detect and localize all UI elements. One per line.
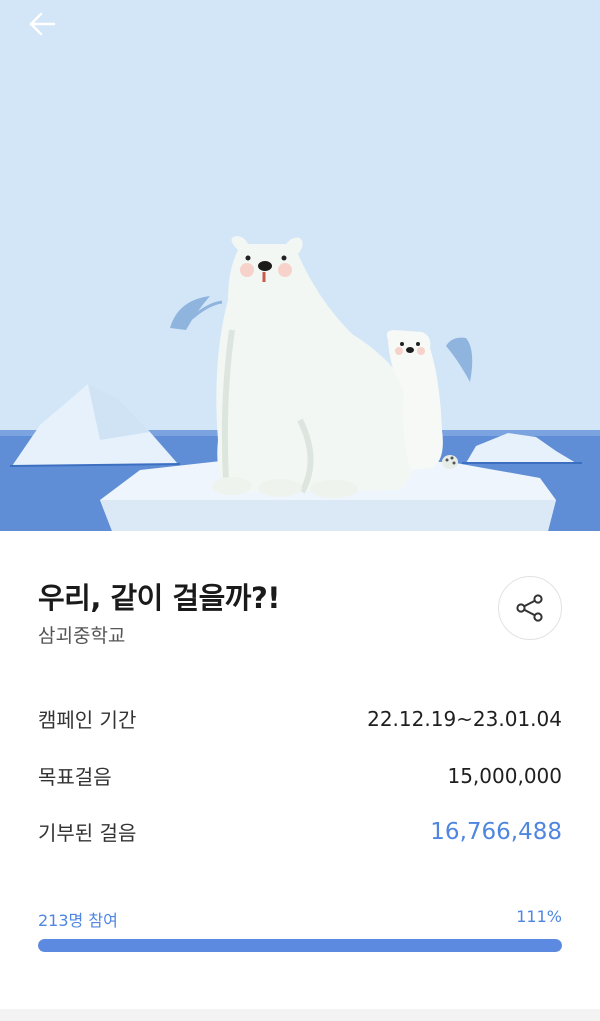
campaign-title: 우리, 같이 걸을까?! [38, 581, 281, 615]
donated-value: 16,766,488 [430, 818, 562, 845]
detail-row-donated: 기부된 걸음 16,766,488 [38, 817, 562, 846]
progress-bar-fill [38, 939, 562, 952]
back-button[interactable] [22, 6, 62, 42]
goal-value: 15,000,000 [447, 763, 562, 788]
bottom-divider [0, 1009, 600, 1021]
hero-illustration [0, 0, 600, 531]
participants-count: 213명 참여 [38, 911, 118, 930]
donated-label: 기부된 걸음 [38, 821, 137, 845]
detail-row-period: 캠페인 기간 22.12.19~23.01.04 [38, 704, 562, 733]
period-label: 캠페인 기간 [38, 708, 137, 732]
progress-percent: 111% [516, 907, 562, 926]
campaign-organization: 삼괴중학교 [38, 625, 126, 647]
progress-header: 213명 참여 111% [38, 907, 562, 931]
period-value: 22.12.19~23.01.04 [367, 706, 562, 731]
share-icon [516, 594, 543, 622]
goal-label: 목표걸음 [38, 765, 112, 789]
detail-row-goal: 목표걸음 15,000,000 [38, 761, 562, 790]
campaign-info-card: 우리, 같이 걸을까?! 삼괴중학교 캠페인 기간 22.12.19~23.01… [0, 531, 600, 1009]
arrow-left-icon [29, 12, 56, 36]
progress-bar [38, 939, 562, 952]
share-button[interactable] [498, 576, 562, 640]
